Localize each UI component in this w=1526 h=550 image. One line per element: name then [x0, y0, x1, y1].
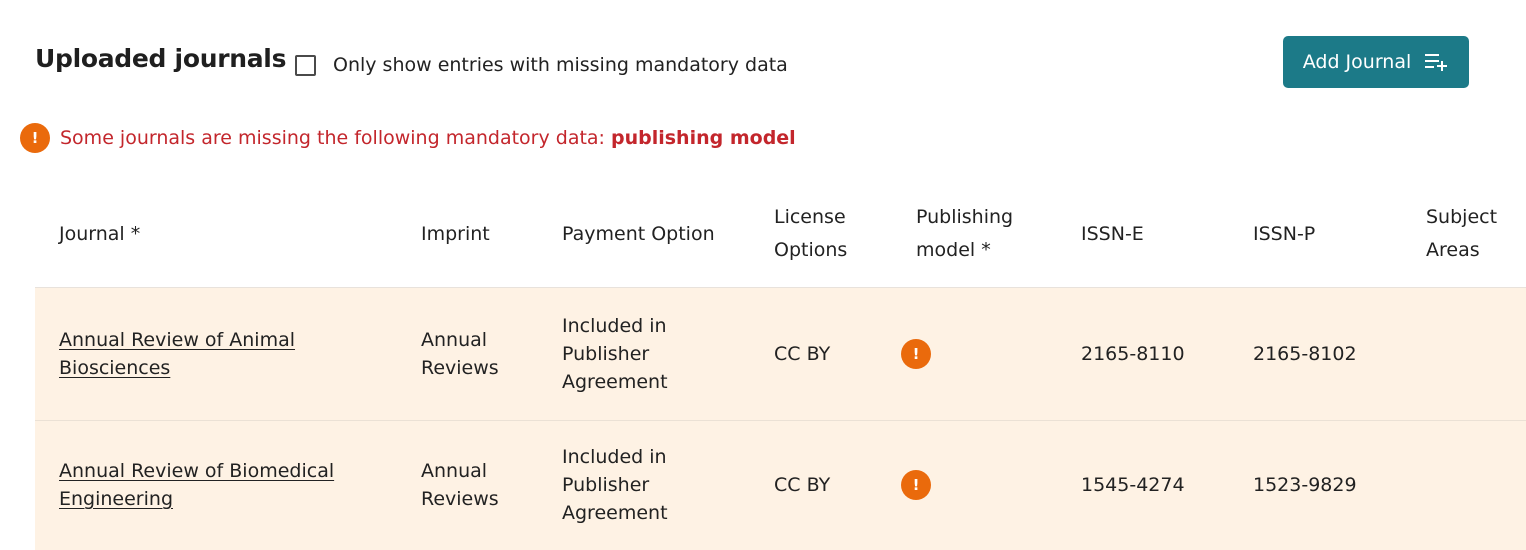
imprint-cell: Annual Reviews: [397, 287, 538, 421]
playlist-add-icon: [1425, 52, 1449, 72]
add-journal-button[interactable]: Add Journal: [1283, 36, 1469, 88]
page-title: Uploaded journals: [35, 44, 287, 73]
license-cell: CC BY: [750, 420, 892, 550]
table-row: Annual Review of Biomedical Engineering …: [35, 420, 1526, 550]
missing-data-warning-icon: !: [901, 470, 931, 501]
imprint-cell: Annual Reviews: [397, 420, 538, 550]
column-header-imprint[interactable]: Imprint: [397, 182, 538, 288]
missing-data-warning-icon: !: [901, 338, 931, 369]
payment-option-cell: Included in Publisher Agreement: [538, 420, 750, 550]
issn-p-cell: 1523-9829: [1229, 420, 1402, 550]
journal-cell: Annual Review of Animal Biosciences: [35, 287, 397, 421]
issn-e-cell: 2165-8110: [1057, 287, 1229, 421]
alert-message-text: Some journals are missing the following …: [60, 127, 611, 149]
journal-cell: Annual Review of Biomedical Engineering: [35, 420, 397, 550]
license-cell: CC BY: [750, 287, 892, 421]
issn-e-cell: 1545-4274: [1057, 420, 1229, 550]
subject-areas-cell: [1402, 287, 1526, 421]
publishing-model-cell: !: [892, 287, 1057, 421]
column-header-journal[interactable]: Journal *: [35, 182, 397, 288]
missing-data-filter-label: Only show entries with missing mandatory…: [333, 54, 788, 76]
journals-table: Journal * Imprint Payment Option License…: [35, 182, 1526, 550]
add-journal-button-label: Add Journal: [1302, 51, 1412, 73]
missing-data-checkbox[interactable]: [295, 54, 316, 76]
warning-icon: !: [20, 123, 50, 153]
uploaded-journals-page: Uploaded journals Only show entries with…: [0, 0, 1526, 550]
subject-areas-cell: [1402, 420, 1526, 550]
journal-link[interactable]: Annual Review of Animal Biosciences: [59, 329, 295, 379]
publishing-model-cell: !: [892, 420, 1057, 550]
column-header-payment-option[interactable]: Payment Option: [538, 182, 750, 288]
column-header-subject-areas[interactable]: Subject Areas: [1402, 182, 1526, 288]
payment-option-cell: Included in Publisher Agreement: [538, 287, 750, 421]
column-header-publishing-model[interactable]: Publishing model *: [892, 182, 1057, 288]
column-header-issn-e[interactable]: ISSN-E: [1057, 182, 1229, 288]
column-header-issn-p[interactable]: ISSN-P: [1229, 182, 1402, 288]
column-header-license-options[interactable]: License Options: [750, 182, 892, 288]
missing-data-alert: ! Some journals are missing the followin…: [20, 123, 796, 153]
table-row: Annual Review of Animal Biosciences Annu…: [35, 287, 1526, 421]
alert-missing-field: publishing model: [611, 127, 796, 149]
table-header-row: Journal * Imprint Payment Option License…: [35, 182, 1526, 288]
journal-link[interactable]: Annual Review of Biomedical Engineering: [59, 460, 334, 510]
issn-p-cell: 2165-8102: [1229, 287, 1402, 421]
alert-message: Some journals are missing the following …: [60, 127, 796, 149]
missing-data-filter[interactable]: Only show entries with missing mandatory…: [295, 54, 788, 76]
